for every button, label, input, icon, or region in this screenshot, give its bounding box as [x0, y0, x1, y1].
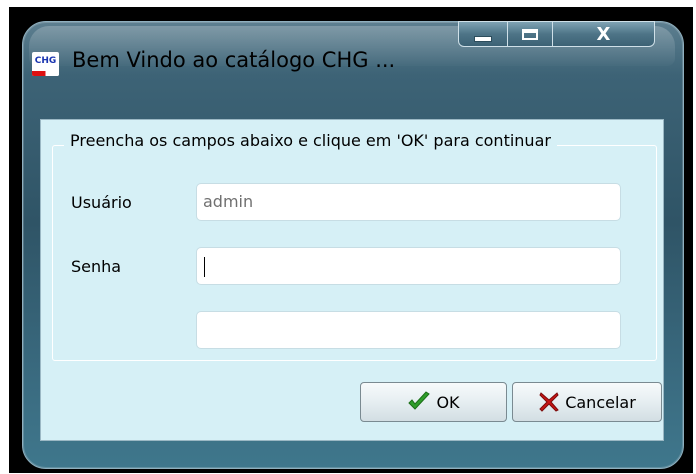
minimize-button[interactable]: [458, 21, 508, 47]
ok-button[interactable]: OK: [360, 382, 507, 422]
ok-button-label: OK: [436, 392, 460, 412]
caption-buttons: X: [458, 21, 656, 47]
extra-input[interactable]: [196, 311, 621, 349]
cancel-button-label: Cancelar: [565, 392, 636, 412]
user-input[interactable]: admin: [196, 183, 621, 221]
window-title: Bem Vindo ao catálogo CHG ...: [72, 48, 396, 72]
maximize-icon: [522, 28, 538, 40]
password-input[interactable]: [196, 247, 621, 285]
text-caret: [204, 256, 205, 277]
maximize-button[interactable]: [508, 21, 553, 47]
app-logo-text: CHG: [34, 56, 57, 66]
x-icon: [538, 391, 560, 413]
app-logo-icon: CHG: [32, 52, 59, 76]
minimize-icon: [474, 36, 492, 42]
user-input-value: admin: [203, 192, 254, 211]
close-button[interactable]: X: [553, 21, 655, 47]
password-label: Senha: [71, 257, 122, 276]
group-label: Preencha os campos abaixo e clique em 'O…: [64, 131, 557, 150]
user-label: Usuário: [71, 193, 132, 212]
cancel-button[interactable]: Cancelar: [512, 382, 662, 422]
dialog-content: Preencha os campos abaixo e clique em 'O…: [40, 119, 664, 441]
check-icon: [407, 391, 431, 413]
close-icon: X: [596, 23, 611, 45]
